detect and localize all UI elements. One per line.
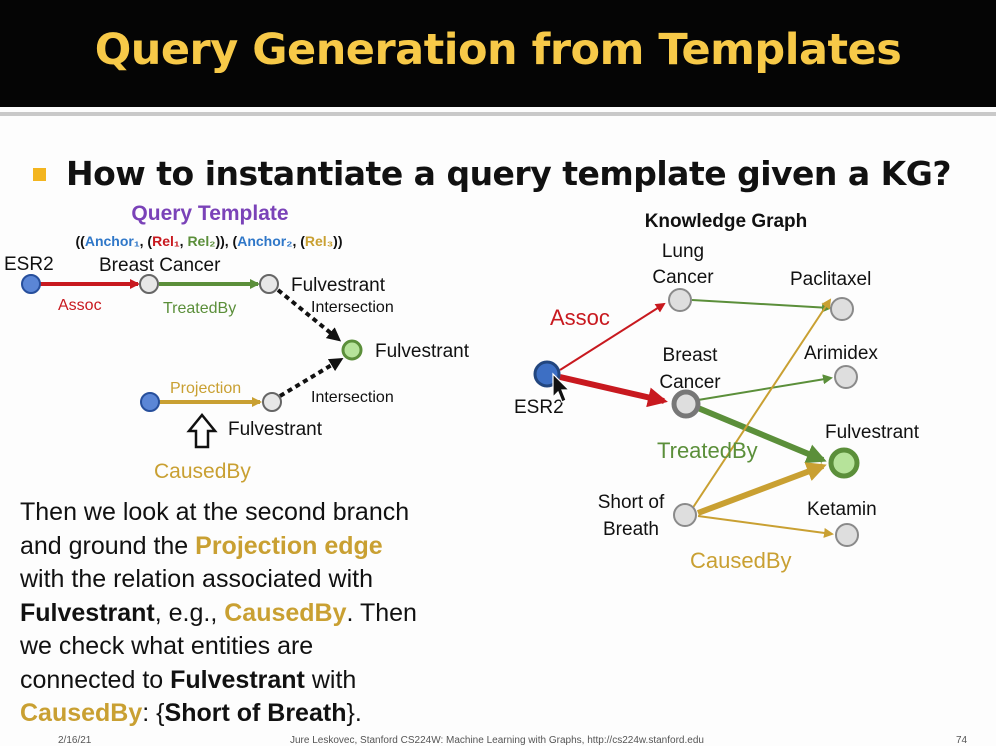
kg-relation-causedby: CausedBy [690,548,792,573]
kg-edge-esr2-breast [559,374,668,408]
template-node-fulvestrant-top [259,274,279,294]
para-bold-fulvestrant: Fulvestrant [20,598,155,627]
kg-node-fulvestrant [828,447,860,479]
para-text: , e.g., [154,598,225,627]
hollow-up-arrow-icon [186,413,218,449]
formula-rel1: Rel₁ [152,233,180,249]
kg-label-fulvestrant: Fulvestrant [825,422,920,443]
footer-date: 2/16/21 [58,735,92,746]
kg-edge-breath-paclitaxel [691,298,832,510]
formula-part: , ( [140,233,153,249]
template-label-intersection-top: Intersection [311,299,394,316]
para-text: with [304,665,357,694]
template-label-breast-cancer: Breast Cancer [99,255,221,276]
formula-anchor2: Anchor₂ [237,233,292,249]
formula-part: , [180,233,188,249]
kg-node-breast-cancer [671,389,701,419]
template-label-fulvestrant-target: Fulvestrant [375,341,470,362]
kg-label-lung-line2: Cancer [652,267,714,288]
template-label-assoc: Assoc [58,297,102,314]
kg-label-ketamin: Ketamin [807,499,877,520]
kg-heading: Knowledge Graph [645,211,808,232]
formula-rel2: Rel₂ [187,233,215,249]
kg-relation-treatedby: TreatedBy [657,438,758,463]
para-line-6: connected to Fulvestrant with [20,664,490,698]
para-line-5: we check what entities are [20,630,490,664]
para-highlight-causedby: CausedBy [20,699,143,727]
footer-credit: Jure Leskovec, Stanford CS224W: Machine … [290,735,704,746]
para-bold-short-of-breath: Short of Breath [164,699,347,727]
template-label-esr2: ESR2 [4,254,54,275]
template-heading: Query Template [131,202,288,225]
para-text: and ground the [20,531,196,560]
para-line-2: and ground the Projection edge [20,530,490,564]
footer-page-number: 74 [956,735,968,746]
para-line-7: CausedBy: {Short of Breath}. [20,697,490,731]
para-highlight-projection: Projection edge [195,531,383,560]
template-node-fulvestrant-bottom [262,392,282,412]
kg-label-breast-line1: Breast [663,345,719,366]
kg-node-short-of-breath [673,503,697,527]
para-text: }. [346,699,362,727]
kg-node-paclitaxel [830,297,854,321]
para-text: connected to [20,665,171,694]
template-label-projection: Projection [170,380,241,397]
template-node-anchor1 [21,274,41,294]
kg-label-arimidex: Arimidex [804,343,878,364]
formula-anchor1: Anchor₁ [85,233,140,249]
template-label-treatedby: TreatedBy [163,300,236,317]
para-text: . Then [346,598,417,627]
para-text: Then we look at the second branch [20,498,410,526]
kg-node-ketamin [835,523,859,547]
para-text: : { [142,699,165,727]
para-bold-fulvestrant: Fulvestrant [170,665,305,694]
formula-rel3: Rel₃ [305,233,333,249]
template-formula: ((Anchor₁, (Rel₁, Rel₂)), (Anchor₂, (Rel… [76,233,343,249]
formula-part: )), ( [215,233,237,249]
kg-node-lung-cancer [668,288,692,312]
template-node-breast-cancer [139,274,159,294]
kg-node-arimidex [834,365,858,389]
template-label-intersection-bottom: Intersection [311,389,394,406]
template-node-target [341,339,363,361]
formula-part: (( [76,233,86,249]
kg-relation-assoc: Assoc [550,305,610,330]
explanation-paragraph: Then we look at the second branch and gr… [20,496,490,731]
template-label-fulvestrant-bottom: Fulvestrant [228,419,323,440]
para-text: with the relation associated with [20,565,373,593]
template-node-anchor2 [140,392,160,412]
kg-label-lung-line1: Lung [662,241,704,262]
formula-part: )) [333,233,342,249]
kg-label-paclitaxel: Paclitaxel [790,269,871,290]
kg-label-breath-line2: Breath [603,519,659,540]
para-line-4: Fulvestrant, e.g., CausedBy. Then [20,597,490,631]
kg-label-esr2: ESR2 [514,397,564,418]
para-highlight-causedby: CausedBy [224,598,347,627]
kg-edge-lung-paclitaxel [691,299,832,313]
kg-label-breast-line2: Cancer [659,372,721,393]
para-line-3: with the relation associated with [20,563,490,597]
formula-part: , ( [292,233,305,249]
template-label-fulvestrant-top: Fulvestrant [291,275,386,296]
para-text: we check what entities are [20,632,314,660]
para-line-1: Then we look at the second branch [20,496,490,530]
template-label-causedby: CausedBy [154,460,251,483]
kg-label-breath-line1: Short of [598,492,665,513]
